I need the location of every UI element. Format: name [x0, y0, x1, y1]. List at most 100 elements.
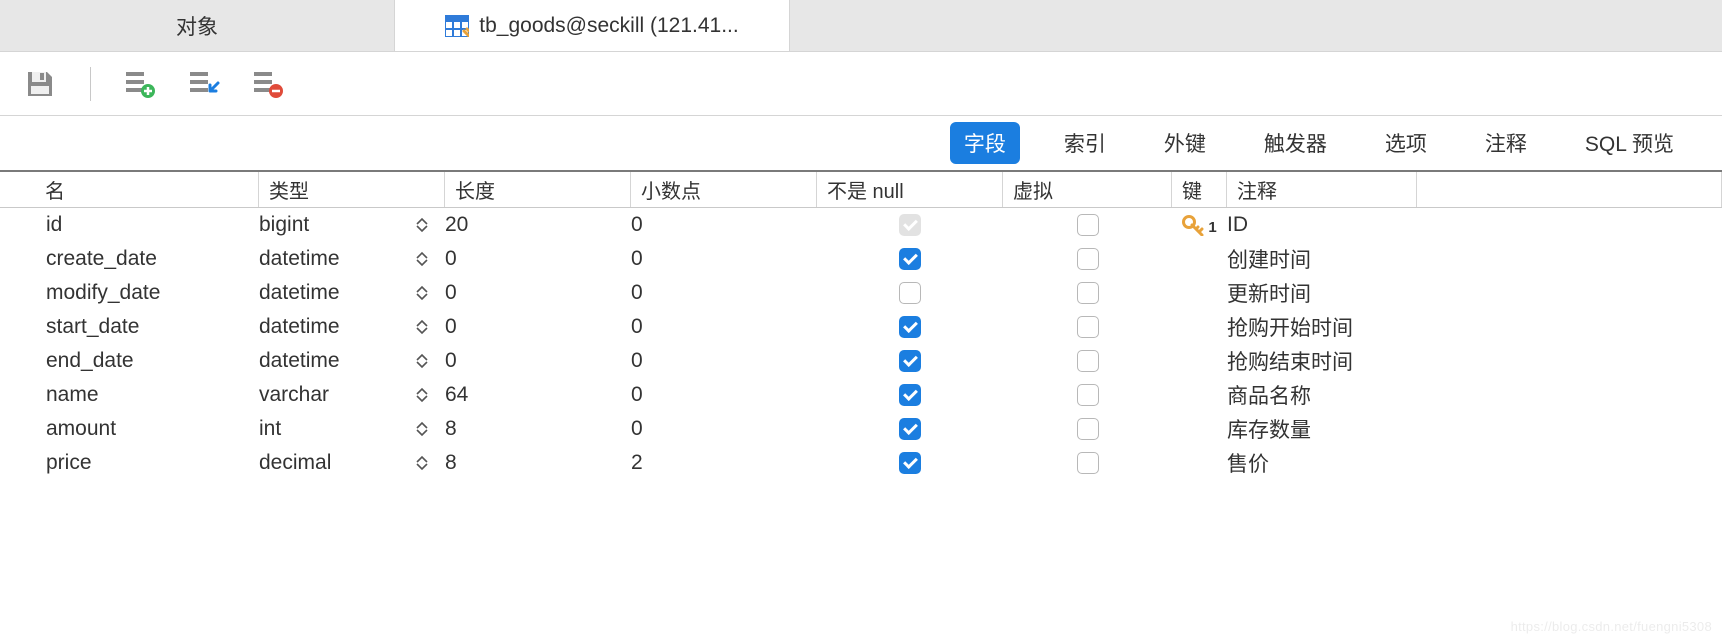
tab-objects[interactable]: 对象 — [0, 0, 395, 51]
header-length[interactable]: 长度 — [445, 172, 631, 207]
cell-type[interactable]: varchar — [259, 383, 399, 407]
table-row[interactable]: modify_date datetime 0 0 更新时间 — [0, 276, 1722, 310]
cell-name[interactable]: amount — [46, 417, 259, 441]
cell-notnull[interactable] — [817, 384, 1003, 406]
cell-name[interactable]: price — [46, 451, 259, 475]
checkbox[interactable] — [1077, 248, 1099, 270]
checkbox[interactable] — [899, 418, 921, 440]
cell-name[interactable]: modify_date — [46, 281, 259, 305]
cell-length[interactable]: 64 — [445, 383, 631, 407]
cell-decimals[interactable]: 0 — [631, 315, 817, 339]
cell-decimals[interactable]: 0 — [631, 417, 817, 441]
checkbox[interactable] — [899, 350, 921, 372]
cell-length[interactable]: 0 — [445, 247, 631, 271]
cell-virtual[interactable] — [1003, 384, 1172, 406]
cell-notnull[interactable] — [817, 282, 1003, 304]
cell-virtual[interactable] — [1003, 248, 1172, 270]
cell-notnull[interactable] — [817, 316, 1003, 338]
cell-type-stepper[interactable] — [399, 319, 445, 335]
cell-length[interactable]: 0 — [445, 315, 631, 339]
cell-virtual[interactable] — [1003, 452, 1172, 474]
cell-virtual[interactable] — [1003, 418, 1172, 440]
cell-notnull[interactable] — [817, 418, 1003, 440]
cell-decimals[interactable]: 2 — [631, 451, 817, 475]
cell-type-stepper[interactable] — [399, 217, 445, 233]
checkbox[interactable] — [899, 248, 921, 270]
cell-name[interactable]: end_date — [46, 349, 259, 373]
cell-type[interactable]: datetime — [259, 247, 399, 271]
checkbox[interactable] — [1077, 384, 1099, 406]
section-tab-sqlpreview[interactable]: SQL 预览 — [1571, 122, 1688, 164]
table-row[interactable]: price decimal 8 2 售价 — [0, 446, 1722, 480]
delete-field-button[interactable] — [249, 64, 289, 104]
checkbox[interactable] — [1077, 418, 1099, 440]
cell-type-stepper[interactable] — [399, 387, 445, 403]
stepper-icon[interactable] — [416, 285, 428, 301]
cell-name[interactable]: create_date — [46, 247, 259, 271]
cell-type-stepper[interactable] — [399, 421, 445, 437]
cell-key[interactable]: 1 — [1172, 214, 1227, 236]
checkbox[interactable] — [899, 316, 921, 338]
cell-notnull[interactable] — [817, 452, 1003, 474]
cell-comment[interactable]: 商品名称 — [1227, 380, 1722, 410]
cell-type[interactable]: datetime — [259, 281, 399, 305]
cell-name[interactable]: name — [46, 383, 259, 407]
cell-length[interactable]: 20 — [445, 213, 631, 237]
stepper-icon[interactable] — [416, 421, 428, 437]
cell-type[interactable]: datetime — [259, 349, 399, 373]
header-virtual[interactable]: 虚拟 — [1003, 172, 1172, 207]
section-tab-triggers[interactable]: 触发器 — [1250, 122, 1341, 164]
cell-virtual[interactable] — [1003, 214, 1172, 236]
cell-type[interactable]: bigint — [259, 213, 399, 237]
cell-name[interactable]: id — [46, 213, 259, 237]
cell-decimals[interactable]: 0 — [631, 213, 817, 237]
cell-type[interactable]: datetime — [259, 315, 399, 339]
checkbox[interactable] — [899, 452, 921, 474]
checkbox[interactable] — [1077, 282, 1099, 304]
cell-notnull[interactable] — [817, 248, 1003, 270]
cell-type-stepper[interactable] — [399, 455, 445, 471]
cell-comment[interactable]: 更新时间 — [1227, 278, 1722, 308]
checkbox[interactable] — [1077, 214, 1099, 236]
cell-comment[interactable]: ID — [1227, 213, 1722, 237]
stepper-icon[interactable] — [416, 251, 428, 267]
checkbox[interactable] — [899, 384, 921, 406]
header-comment[interactable]: 注释 — [1227, 172, 1417, 207]
cell-virtual[interactable] — [1003, 350, 1172, 372]
insert-field-button[interactable] — [185, 64, 225, 104]
add-field-button[interactable] — [121, 64, 161, 104]
checkbox[interactable] — [1077, 350, 1099, 372]
cell-comment[interactable]: 售价 — [1227, 448, 1722, 478]
section-tab-indexes[interactable]: 索引 — [1050, 122, 1120, 164]
cell-comment[interactable]: 抢购开始时间 — [1227, 312, 1722, 342]
cell-name[interactable]: start_date — [46, 315, 259, 339]
header-notnull[interactable]: 不是 null — [817, 172, 1003, 207]
stepper-icon[interactable] — [416, 217, 428, 233]
section-tab-options[interactable]: 选项 — [1371, 122, 1441, 164]
cell-type-stepper[interactable] — [399, 251, 445, 267]
cell-length[interactable]: 8 — [445, 451, 631, 475]
section-tab-comment[interactable]: 注释 — [1471, 122, 1541, 164]
table-row[interactable]: amount int 8 0 库存数量 — [0, 412, 1722, 446]
cell-decimals[interactable]: 0 — [631, 383, 817, 407]
cell-type[interactable]: int — [259, 417, 399, 441]
cell-notnull[interactable] — [817, 350, 1003, 372]
table-row[interactable]: name varchar 64 0 商品名称 — [0, 378, 1722, 412]
cell-length[interactable]: 0 — [445, 281, 631, 305]
table-row[interactable]: id bigint 20 0 1 ID — [0, 208, 1722, 242]
stepper-icon[interactable] — [416, 387, 428, 403]
cell-virtual[interactable] — [1003, 282, 1172, 304]
header-key[interactable]: 键 — [1172, 172, 1227, 207]
cell-type-stepper[interactable] — [399, 353, 445, 369]
checkbox[interactable] — [899, 214, 921, 236]
cell-virtual[interactable] — [1003, 316, 1172, 338]
cell-notnull[interactable] — [817, 214, 1003, 236]
stepper-icon[interactable] — [416, 319, 428, 335]
tab-table-goods[interactable]: tb_goods@seckill (121.41... — [395, 0, 790, 51]
stepper-icon[interactable] — [416, 455, 428, 471]
header-type[interactable]: 类型 — [259, 172, 445, 207]
section-tab-fkeys[interactable]: 外键 — [1150, 122, 1220, 164]
stepper-icon[interactable] — [416, 353, 428, 369]
section-tab-fields[interactable]: 字段 — [950, 122, 1020, 164]
cell-type[interactable]: decimal — [259, 451, 399, 475]
